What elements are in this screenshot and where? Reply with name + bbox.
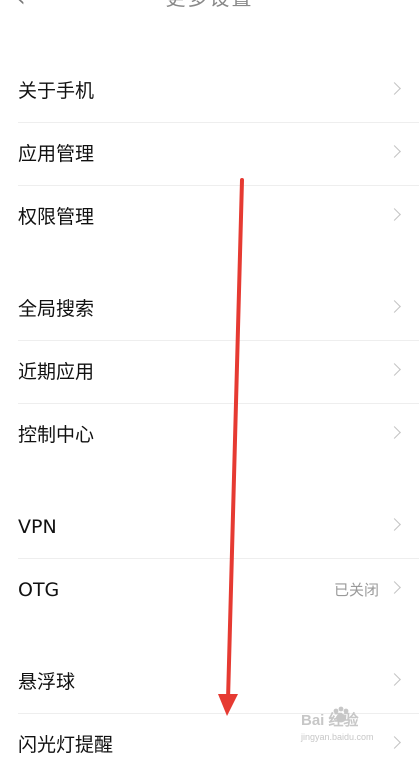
- settings-item-app-management[interactable]: 应用管理: [18, 123, 419, 186]
- chevron-right-icon: [388, 736, 401, 749]
- settings-item-permission-management[interactable]: 权限管理: [18, 186, 419, 248]
- settings-item-label: 关于手机: [18, 80, 95, 102]
- settings-item-label: 全局搜索: [18, 298, 95, 320]
- group-spacer: [0, 466, 419, 496]
- settings-item-label: VPN: [18, 516, 57, 538]
- chevron-right-icon: [388, 426, 401, 439]
- settings-item-label: 控制中心: [18, 424, 95, 446]
- page-title: 更多设置: [0, 0, 419, 10]
- watermark-url: jingyan.baidu.com: [301, 732, 374, 742]
- chevron-right-icon: [388, 673, 401, 686]
- otg-status-value: 已关闭: [333, 581, 379, 599]
- chevron-right-icon: [388, 518, 401, 531]
- settings-item-control-center[interactable]: 控制中心: [18, 404, 419, 466]
- settings-item-label: OTG: [18, 579, 60, 601]
- settings-item-recent-apps[interactable]: 近期应用: [18, 341, 419, 404]
- settings-item-label: 应用管理: [18, 143, 95, 165]
- settings-list: 关于手机 应用管理 权限管理 全局搜索 近期应用 控制中心 VPN OTG 已关…: [0, 30, 419, 776]
- chevron-right-icon: [388, 82, 401, 95]
- chevron-right-icon: [388, 581, 401, 594]
- chevron-right-icon: [388, 208, 401, 221]
- group-spacer: [0, 248, 419, 278]
- settings-item-label: 闪光灯提醒: [18, 734, 114, 756]
- chevron-right-icon: [388, 145, 401, 158]
- baidu-jingyan-watermark: Bai 经验 jingyan.baidu.com: [301, 706, 389, 752]
- settings-item-otg[interactable]: OTG 已关闭: [18, 559, 419, 621]
- settings-item-label: 权限管理: [18, 206, 95, 228]
- chevron-right-icon: [388, 363, 401, 376]
- settings-item-label: 悬浮球: [18, 671, 76, 693]
- settings-item-label: 近期应用: [18, 361, 95, 383]
- top-bar: ‹ 更多设置: [0, 0, 419, 31]
- settings-item-floating-ball[interactable]: 悬浮球: [18, 651, 419, 714]
- group-spacer: [0, 621, 419, 651]
- paw-logo-icon: [333, 706, 349, 723]
- settings-item-vpn[interactable]: VPN: [18, 496, 419, 559]
- chevron-right-icon: [388, 300, 401, 313]
- settings-item-about-phone[interactable]: 关于手机: [18, 60, 419, 123]
- settings-item-global-search[interactable]: 全局搜索: [18, 278, 419, 341]
- group-spacer: [0, 30, 419, 60]
